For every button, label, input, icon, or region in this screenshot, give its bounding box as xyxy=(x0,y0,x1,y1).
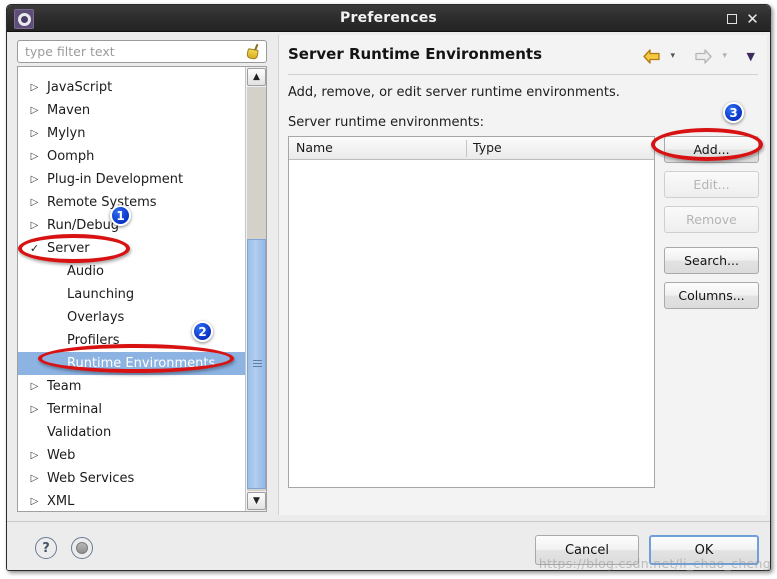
sidebar-item-xml[interactable]: ▷ XML xyxy=(18,490,246,511)
sidebar-item-label: Run/Debug xyxy=(47,218,120,233)
scrollbar-track[interactable] xyxy=(247,87,266,491)
sidebar-item-run-debug[interactable]: ▷ Run/Debug xyxy=(18,214,246,237)
chevron-right-icon[interactable]: ▷ xyxy=(29,99,40,122)
gear-icon xyxy=(14,9,34,29)
sidebar-item-label: Team xyxy=(47,379,82,394)
chevron-right-icon[interactable]: ▷ xyxy=(29,214,40,237)
settings-page: Server Runtime Environments ▾ ▾ ▼ Add, r xyxy=(278,35,767,515)
sidebar-item-runtime-environments[interactable]: Runtime Environments xyxy=(18,352,246,375)
add-button[interactable]: Add... xyxy=(664,136,759,163)
sidebar-item-label: Web xyxy=(47,448,76,463)
ok-button[interactable]: OK xyxy=(649,535,759,565)
chevron-right-icon[interactable]: ▷ xyxy=(29,444,40,467)
chevron-right-icon[interactable]: ▷ xyxy=(29,122,40,145)
sidebar-item-label: JavaScript xyxy=(47,80,113,95)
tree-scrollbar[interactable]: ▲ ▼ xyxy=(245,67,266,511)
sidebar-item-label: Mylyn xyxy=(47,126,86,141)
edit-button: Edit... xyxy=(664,171,759,198)
dialog-footer: ? Cancel OK xyxy=(7,522,770,570)
cancel-button[interactable]: Cancel xyxy=(535,535,639,565)
table-header-row: Name Type xyxy=(289,137,654,160)
sidebar-item-label: Audio xyxy=(67,264,104,279)
sidebar-item-mylyn[interactable]: ▷ Mylyn xyxy=(18,122,246,145)
sidebar-item-web[interactable]: ▷ Web xyxy=(18,444,246,467)
close-icon[interactable]: ✕ xyxy=(744,10,761,28)
filter-box[interactable] xyxy=(17,40,267,63)
column-header-type[interactable]: Type xyxy=(473,137,502,159)
chevron-down-icon[interactable]: ✓ xyxy=(29,237,40,260)
preferences-tree[interactable]: ▷ JavaScript ▷ Maven ▷ Mylyn ▷ Oomph ▷ P… xyxy=(17,66,267,512)
chevron-right-icon[interactable]: ▷ xyxy=(29,398,40,421)
sidebar-item-label: Oomph xyxy=(47,149,95,164)
chevron-right-icon[interactable]: ▷ xyxy=(29,467,40,490)
runtime-environments-table[interactable]: Name Type xyxy=(288,136,655,488)
search-input[interactable] xyxy=(18,41,236,62)
scroll-up-icon[interactable]: ▲ xyxy=(247,68,266,86)
tree-item-partial[interactable] xyxy=(18,67,246,76)
sidebar-item-label: Remote Systems xyxy=(47,195,157,210)
annotation-badge-3: 3 xyxy=(723,102,744,123)
scrollbar-thumb[interactable] xyxy=(247,239,266,489)
chevron-right-icon[interactable]: ▷ xyxy=(29,168,40,191)
maximize-button[interactable] xyxy=(723,10,740,27)
sidebar-item-label: Launching xyxy=(67,287,135,302)
title-divider xyxy=(288,74,758,75)
chevron-right-icon[interactable]: ▷ xyxy=(29,76,40,99)
forward-history-chevron-down-icon: ▾ xyxy=(722,51,727,61)
sidebar-item-remote-systems[interactable]: ▷ Remote Systems xyxy=(18,191,246,214)
sidebar-item-javascript[interactable]: ▷ JavaScript xyxy=(18,76,246,99)
chevron-right-icon[interactable]: ▷ xyxy=(29,375,40,398)
sidebar-item-label: Terminal xyxy=(47,402,102,417)
annotation-badge-1: 1 xyxy=(110,205,131,226)
scroll-down-icon[interactable]: ▼ xyxy=(247,492,266,510)
columns-button[interactable]: Columns... xyxy=(664,282,759,309)
question-mark-icon[interactable]: ? xyxy=(35,537,57,559)
grip-icon xyxy=(253,360,262,367)
chevron-right-icon[interactable]: ▷ xyxy=(29,191,40,214)
tree-rows-container: ▷ JavaScript ▷ Maven ▷ Mylyn ▷ Oomph ▷ P… xyxy=(18,67,246,511)
dialog-body: ▷ JavaScript ▷ Maven ▷ Mylyn ▷ Oomph xyxy=(7,32,770,570)
sidebar-item-oomph[interactable]: ▷ Oomph xyxy=(18,145,246,168)
remove-button: Remove xyxy=(664,206,759,233)
sidebar-item-label: Runtime Environments xyxy=(67,356,216,371)
chevron-right-icon[interactable]: ▷ xyxy=(29,490,40,511)
sidebar-item-label: Profilers xyxy=(67,333,120,348)
back-history-chevron-down-icon[interactable]: ▾ xyxy=(670,45,675,67)
sidebar-item-validation[interactable]: Validation xyxy=(18,421,246,444)
sidebar-item-audio[interactable]: Audio xyxy=(18,260,246,283)
back-arrow-icon[interactable] xyxy=(642,45,661,67)
sidebar-item-label: Maven xyxy=(47,103,91,118)
sidebar-item-launching[interactable]: Launching xyxy=(18,283,246,306)
page-description: Add, remove, or edit server runtime envi… xyxy=(288,85,620,100)
sidebar-item-label: XML xyxy=(47,494,75,509)
sidebar-item-team[interactable]: ▷ Team xyxy=(18,375,246,398)
sidebar-item-maven[interactable]: ▷ Maven xyxy=(18,99,246,122)
window-title: Preferences xyxy=(340,10,437,26)
sidebar-item-plugin-development[interactable]: ▷ Plug-in Development xyxy=(18,168,246,191)
view-menu-icon[interactable]: ▼ xyxy=(747,45,755,67)
sidebar-item-label: Server xyxy=(47,241,90,256)
preferences-tree-pane: ▷ JavaScript ▷ Maven ▷ Mylyn ▷ Oomph xyxy=(13,37,271,515)
broom-icon[interactable] xyxy=(244,43,262,61)
column-divider[interactable] xyxy=(466,140,467,157)
list-label: Server runtime environments: xyxy=(288,115,485,130)
apply-icon[interactable] xyxy=(71,537,93,559)
page-title: Server Runtime Environments xyxy=(288,45,542,63)
column-header-name[interactable]: Name xyxy=(296,137,333,159)
sidebar-item-server[interactable]: ✓ Server xyxy=(18,237,246,260)
sidebar-item-web-services[interactable]: ▷ Web Services xyxy=(18,467,246,490)
window-titlebar[interactable]: Preferences ✕ xyxy=(7,5,770,32)
preferences-dialog: Preferences ✕ ▷ JavaScript xyxy=(6,4,771,571)
sidebar-item-overlays[interactable]: Overlays xyxy=(18,306,246,329)
sidebar-item-label: Validation xyxy=(47,425,112,440)
chevron-right-icon[interactable]: ▷ xyxy=(29,145,40,168)
forward-arrow-icon xyxy=(694,45,713,67)
search-button[interactable]: Search... xyxy=(664,247,759,274)
sidebar-item-label: Web Services xyxy=(47,471,135,486)
annotation-badge-2: 2 xyxy=(192,321,213,342)
sidebar-item-label: Plug-in Development xyxy=(47,172,184,187)
sidebar-item-terminal[interactable]: ▷ Terminal xyxy=(18,398,246,421)
sidebar-item-label: Overlays xyxy=(67,310,125,325)
